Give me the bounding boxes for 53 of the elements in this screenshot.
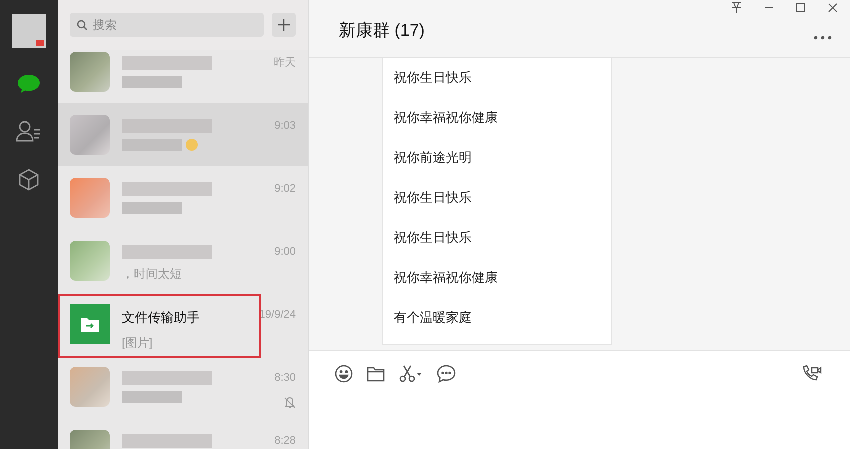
- plus-icon: [278, 19, 290, 31]
- close-icon[interactable]: [828, 2, 838, 12]
- folder-arrow-icon: [81, 316, 99, 332]
- pin-icon[interactable]: [731, 2, 742, 13]
- blurred-preview: [122, 76, 182, 88]
- search-icon: [77, 20, 88, 31]
- message-text: 祝你幸福祝你健康: [394, 269, 498, 288]
- add-button[interactable]: [272, 13, 296, 37]
- chat-title: 新康群 (17): [339, 20, 425, 42]
- folder-icon[interactable]: [367, 366, 385, 382]
- chat-item[interactable]: 8:30: [58, 355, 308, 418]
- search-field[interactable]: 搜索: [70, 13, 264, 37]
- scissors-icon[interactable]: [399, 365, 423, 383]
- message-text: 有个温暖家庭: [394, 309, 472, 328]
- chat-time: 昨天: [274, 56, 296, 71]
- chat-time: 9:03: [274, 119, 296, 134]
- cube-icon[interactable]: [17, 168, 41, 192]
- chat-icon[interactable]: [17, 74, 41, 94]
- chat-time: 8:28: [274, 434, 296, 449]
- message-text: 祝你前途光明: [394, 149, 472, 168]
- more-icon[interactable]: [814, 36, 832, 40]
- hand-emoji-icon: [186, 139, 198, 151]
- chat-item[interactable]: ，时间太短 9:00: [58, 229, 308, 292]
- chat-item[interactable]: 8:28: [58, 418, 308, 449]
- chat-time: 9:02: [274, 182, 296, 197]
- chat-bubble-icon[interactable]: [437, 365, 456, 383]
- chat-item[interactable]: 9:02: [58, 166, 308, 229]
- blurred-preview: [122, 202, 182, 214]
- video-call-icon[interactable]: [802, 365, 822, 383]
- chat-time: 9:00: [274, 245, 296, 260]
- chat-time: 19/9/24: [259, 308, 296, 323]
- blurred-preview: [122, 139, 182, 151]
- chat-item[interactable]: 9:03: [58, 103, 308, 166]
- chat-name: 文件传输助手: [122, 309, 201, 327]
- message-text: 祝你生日快乐: [394, 69, 472, 88]
- blurred-preview: [122, 391, 182, 403]
- blurred-avatar: [70, 178, 110, 218]
- maximize-icon[interactable]: [796, 2, 806, 12]
- blurred-avatar: [70, 52, 110, 92]
- chat-item[interactable]: 昨天: [58, 40, 308, 103]
- blurred-avatar: [70, 115, 110, 155]
- message-text: 祝你生日快乐: [394, 229, 472, 248]
- emoji-icon[interactable]: [335, 365, 353, 383]
- chat-item[interactable]: 文件传输助手 [图片] 19/9/24: [58, 292, 308, 355]
- contacts-icon[interactable]: [16, 120, 42, 142]
- message-preview: [图片]: [122, 334, 154, 352]
- avatar-picture[interactable]: [12, 14, 46, 48]
- message-text: 祝你幸福祝你健康: [394, 109, 498, 128]
- blurred-avatar: [70, 367, 110, 407]
- message-text: 祝你生日快乐: [394, 189, 472, 208]
- message-preview: ，时间太短: [122, 266, 183, 283]
- blurred-avatar: [70, 241, 110, 281]
- chat-time: 8:30: [274, 371, 296, 386]
